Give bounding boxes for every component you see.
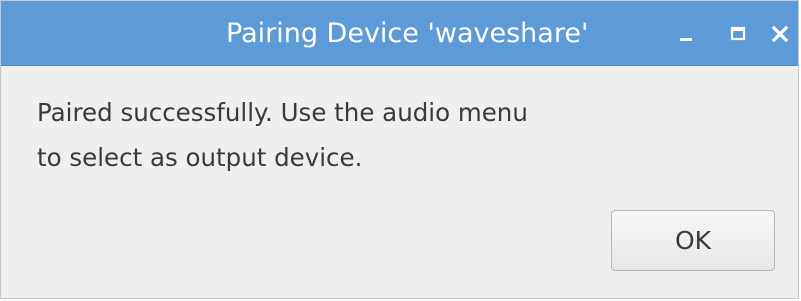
window-title: Pairing Device 'waveshare' [226,18,589,49]
ok-button[interactable]: OK [611,210,775,271]
dialog-content: Paired successfully. Use the audio menu … [1,66,798,298]
maximize-button[interactable] [723,19,753,49]
minimize-icon [671,19,701,49]
minimize-button[interactable] [671,19,701,49]
maximize-icon [723,19,753,49]
message-line: Paired successfully. Use the audio menu [37,98,528,127]
message-line: to select as output device. [37,143,363,172]
pairing-dialog-window: Pairing Device 'waveshare' Paired succes… [0,0,799,299]
title-bar[interactable]: Pairing Device 'waveshare' [1,1,798,66]
close-button[interactable] [765,19,795,49]
close-icon [765,19,795,49]
status-message: Paired successfully. Use the audio menu … [37,90,657,180]
